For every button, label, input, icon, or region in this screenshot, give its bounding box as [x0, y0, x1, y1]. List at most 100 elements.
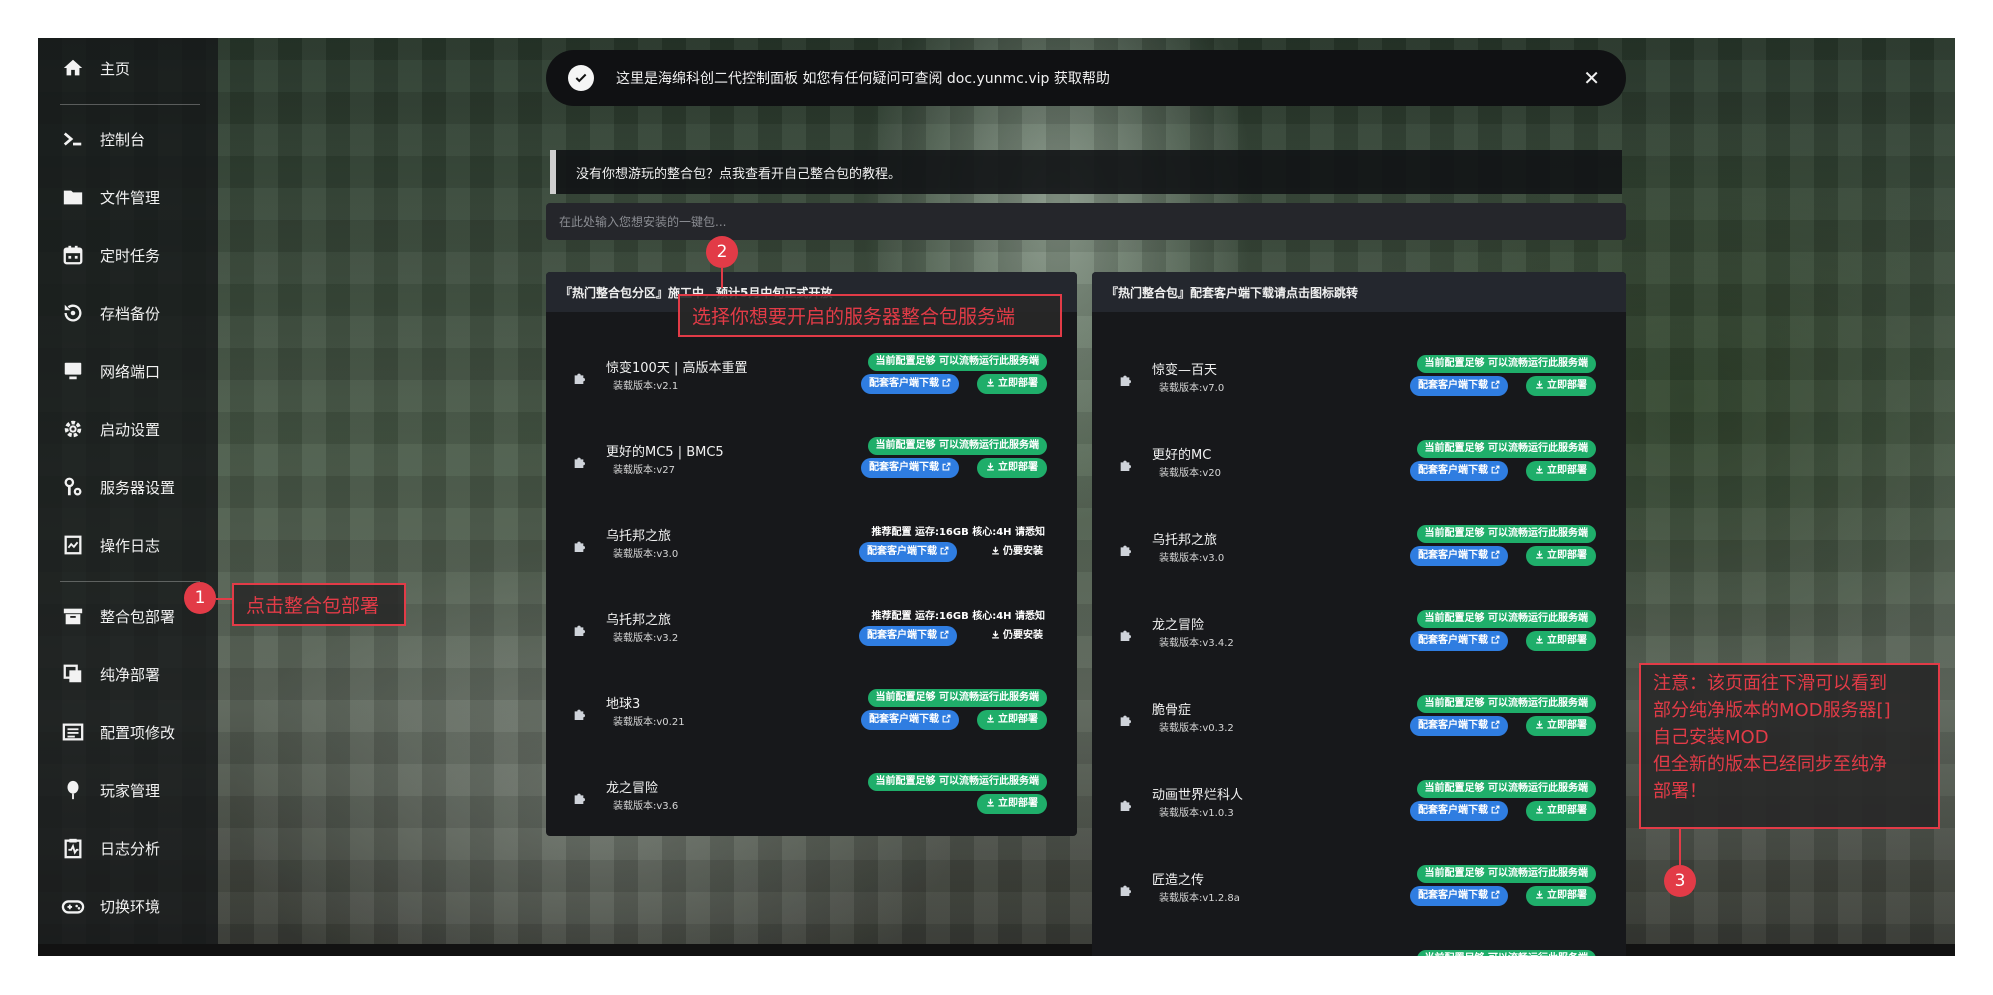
client-download-button[interactable]: 配套客户端下载: [1410, 886, 1508, 906]
client-download-label: 配套客户端下载: [869, 714, 939, 725]
external-link-icon: [1488, 380, 1500, 391]
annotation-3-line: 自己安装MOD: [1653, 727, 1769, 748]
install-anyway-button[interactable]: 仍要安装: [991, 626, 1043, 646]
puzzle-icon: [1118, 882, 1134, 898]
deploy-button[interactable]: 立即部署: [977, 794, 1047, 814]
status-badge: 当前配置足够 可以流畅运行此服务端: [1416, 865, 1596, 883]
client-download-button[interactable]: 配套客户端下载: [1410, 376, 1508, 396]
external-link-icon: [939, 462, 951, 473]
annotation-3-marker: 3: [1664, 865, 1696, 897]
search-input[interactable]: [557, 213, 1626, 230]
modpack-row: 地球3 装载版本:v0.21 当前配置足够 可以流畅运行此服务端 配套客户端下载 立即部…: [546, 676, 1077, 746]
client-download-label: 配套客户端下载: [1418, 380, 1488, 391]
hot-modpack-panel: 『热门整合包分区』施工中，预计5月中旬正式开放 惊变100天 | 高版本重置 装载…: [546, 272, 1077, 836]
deploy-button[interactable]: 立即部署: [977, 458, 1047, 478]
deploy-button[interactable]: 立即部署: [1526, 886, 1596, 906]
nav-divider: [60, 104, 200, 105]
client-download-button[interactable]: 配套客户端下载: [1410, 716, 1508, 736]
client-download-button[interactable]: 配套客户端下载: [1410, 801, 1508, 821]
download-icon: [986, 378, 998, 389]
sidebar-item-operation-log[interactable]: 操作日志: [38, 525, 218, 565]
client-download-label: 配套客户端下载: [1418, 890, 1488, 901]
status-badge: 推荐配置 运存:16GB 核心:4H 请悉知: [871, 611, 1045, 622]
deploy-button[interactable]: 立即部署: [1526, 376, 1596, 396]
action-label: 仍要安装: [1003, 546, 1043, 557]
download-icon: [1535, 805, 1547, 816]
deploy-button[interactable]: 立即部署: [1526, 801, 1596, 821]
modpack-version: 装载版本:v0.21: [613, 717, 685, 728]
terminal-icon: [60, 126, 86, 152]
app-window: 主页 控制台 文件管理 定时任务 存档备份 网络端口 启动设置 服务器设置 操作…: [38, 38, 1955, 956]
sidebar-item-label: 操作日志: [100, 536, 161, 555]
client-download-button[interactable]: 配套客户端下载: [861, 710, 959, 730]
action-label: 立即部署: [1547, 805, 1587, 816]
modpack-version: 装载版本:v0.3.2: [1159, 723, 1234, 734]
status-badge: 推荐配置 运存:16GB 核心:4H 请悉知: [871, 527, 1045, 538]
action-label: 仍要安装: [1003, 630, 1043, 641]
install-anyway-button[interactable]: 仍要安装: [991, 542, 1043, 562]
sidebar-item-console[interactable]: 控制台: [38, 119, 218, 159]
sidebar-item-label: 纯净部署: [100, 665, 161, 684]
monitor-icon: [60, 358, 86, 384]
sidebar-item-ports[interactable]: 网络端口: [38, 351, 218, 391]
deploy-button[interactable]: 立即部署: [1526, 716, 1596, 736]
client-download-button[interactable]: 配套客户端下载: [859, 626, 957, 646]
sidebar-item-switch-env[interactable]: 切换环境: [38, 886, 218, 926]
client-download-button[interactable]: 配套客户端下载: [859, 542, 957, 562]
status-badge: 当前配置足够 可以流畅运行此服务端: [1416, 355, 1596, 373]
action-label: 立即部署: [1547, 465, 1587, 476]
close-icon[interactable]: ✕: [1583, 66, 1600, 90]
tutorial-tip[interactable]: 没有你想游玩的整合包？点我查看开自己整合包的教程。: [550, 150, 1622, 194]
sidebar-item-home[interactable]: 主页: [38, 48, 218, 88]
sidebar-item-log-analysis[interactable]: 日志分析: [38, 828, 218, 868]
modpack-version: 装载版本:v2.1: [613, 381, 679, 392]
client-download-label: 配套客户端下载: [1418, 805, 1488, 816]
deploy-button[interactable]: 立即部署: [977, 710, 1047, 730]
modpack-version: 装载版本:v3.0: [613, 549, 679, 560]
status-badge: 当前配置足够 可以流畅运行此服务端: [1416, 610, 1596, 628]
sidebar-item-backup[interactable]: 存档备份: [38, 293, 218, 333]
client-download-button[interactable]: 配套客户端下载: [861, 374, 959, 394]
download-icon: [986, 798, 998, 809]
download-icon: [1535, 720, 1547, 731]
external-link-icon: [1488, 720, 1500, 731]
list-icon: [60, 719, 86, 745]
sidebar-item-config[interactable]: 配置项修改: [38, 712, 218, 752]
modpack-row: 龙之冒险 装载版本:v3.4.2 当前配置足够 可以流畅运行此服务端 配套客户端下载 立…: [1092, 597, 1626, 667]
puzzle-icon: [572, 454, 588, 470]
modpack-row: 更好的MC 装载版本:v20 当前配置足够 可以流畅运行此服务端 配套客户端下载 立即部…: [1092, 427, 1626, 497]
deploy-button[interactable]: 立即部署: [1526, 461, 1596, 481]
modpack-name: 乌托邦之旅: [606, 613, 672, 628]
deploy-button[interactable]: 立即部署: [977, 374, 1047, 394]
sidebar-item-players[interactable]: 玩家管理: [38, 770, 218, 810]
panel-title: 『热门整合包』配套客户端下载请点击图标跳转: [1092, 272, 1626, 312]
client-download-label: 配套客户端下载: [1418, 465, 1488, 476]
sidebar-item-label: 服务器设置: [100, 478, 176, 497]
modpack-version: 装载版本:v3.6: [613, 801, 679, 812]
folder-icon: [60, 184, 86, 210]
modpack-row: 惊变—百天 装载版本:v7.0 当前配置足够 可以流畅运行此服务端 配套客户端下载 立即…: [1092, 342, 1626, 412]
annotation-3-line: 部分纯净版本的MOD服务器[]: [1653, 700, 1891, 721]
sidebar-item-schedule[interactable]: 定时任务: [38, 235, 218, 275]
sidebar-item-vanilla-deploy[interactable]: 纯净部署: [38, 654, 218, 694]
sidebar-item-label: 主页: [100, 59, 131, 78]
client-download-button[interactable]: 配套客户端下载: [1410, 461, 1508, 481]
client-download-button[interactable]: 配套客户端下载: [1410, 631, 1508, 651]
puzzle-icon: [572, 538, 588, 554]
client-download-label: 配套客户端下载: [869, 378, 939, 389]
sidebar-item-files[interactable]: 文件管理: [38, 177, 218, 217]
modpack-name: 乌托邦之旅: [606, 529, 672, 544]
sidebar-item-server-settings[interactable]: 服务器设置: [38, 467, 218, 507]
nav-divider: [60, 581, 200, 582]
modpack-row: 惊变100天 | 高版本重置 装载版本:v2.1 当前配置足够 可以流畅运行此服务端…: [546, 340, 1077, 410]
client-download-button[interactable]: 配套客户端下载: [1410, 546, 1508, 566]
sidebar-item-label: 存档备份: [100, 304, 161, 323]
deploy-button[interactable]: 立即部署: [1526, 546, 1596, 566]
sidebar-item-startup[interactable]: 启动设置: [38, 409, 218, 449]
deploy-button[interactable]: 立即部署: [1526, 631, 1596, 651]
modpack-version: 装载版本:v3.4.2: [1159, 638, 1234, 649]
puzzle-icon: [572, 706, 588, 722]
action-label: 立即部署: [1547, 550, 1587, 561]
client-download-button[interactable]: 配套客户端下载: [861, 458, 959, 478]
check-icon: [568, 65, 594, 91]
